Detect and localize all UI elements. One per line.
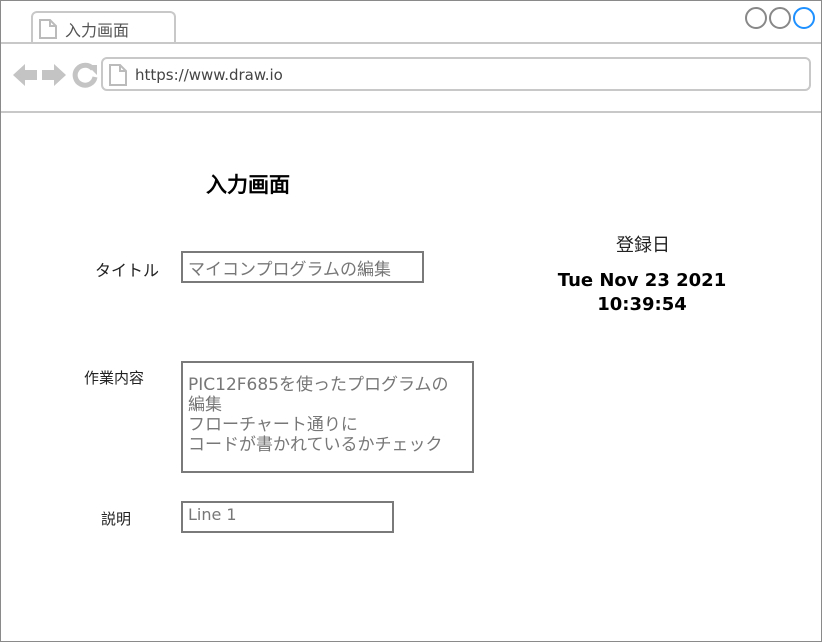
url-text: https://www.draw.io [135,66,283,84]
description-label: 説明 [101,510,132,528]
title-label: タイトル [95,261,160,280]
page-icon [109,64,127,86]
title-input[interactable]: マイコンプログラムの編集 [181,251,424,283]
address-toolbar: https://www.draw.io [1,44,821,113]
registration-date-value: Tue Nov 23 2021 10:39:54 [521,269,763,317]
registration-time-line: 10:39:54 [597,294,687,315]
reload-icon[interactable] [71,61,99,89]
tab-title: 入力画面 [65,21,130,40]
browser-window: 入力画面 https://www.draw.io 入力画面 タイトル マイコンプ [0,0,822,642]
tab-bar: 入力画面 [1,1,821,44]
forward-arrow-icon[interactable] [40,61,68,89]
content-label: 作業内容 [84,369,145,387]
registration-date-line: Tue Nov 23 2021 [557,270,727,291]
page-title: 入力画面 [206,173,290,197]
page-icon [39,19,57,39]
back-arrow-icon[interactable] [11,61,39,89]
url-bar[interactable]: https://www.draw.io [101,57,811,91]
registration-date-label: 登録日 [616,235,670,256]
window-circle-icon[interactable] [793,7,815,29]
description-input[interactable]: Line 1 [181,501,394,533]
content-textarea[interactable]: PIC12F685を使ったプログラムの 編集 フローチャート通りに コードが書か… [181,361,474,473]
window-circle-icon[interactable] [745,7,767,29]
browser-tab[interactable]: 入力画面 [31,11,176,42]
window-circle-icon[interactable] [769,7,791,29]
